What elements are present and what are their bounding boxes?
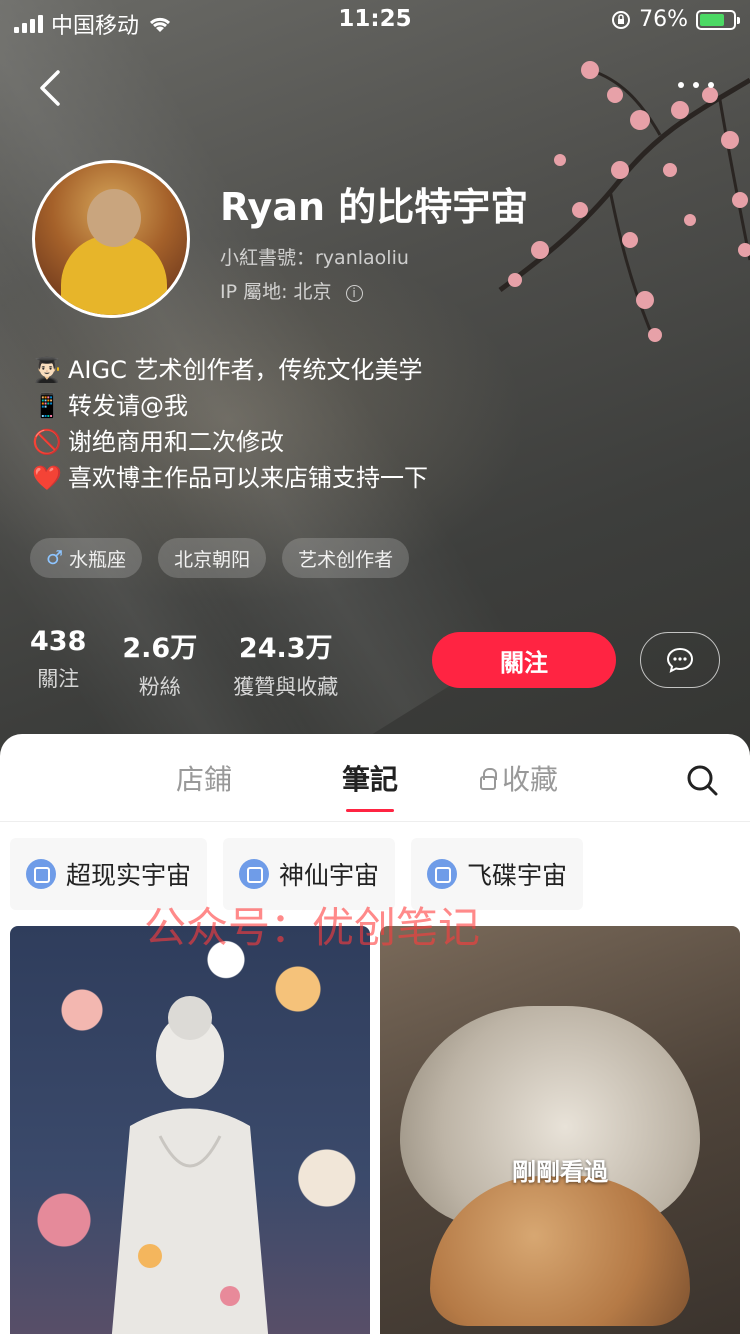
profile-tags: ♂ 水瓶座 北京朝阳 艺术创作者 [30,538,410,578]
note-card[interactable]: 剛剛看過 [380,926,740,1334]
follow-button[interactable]: 關注 [432,632,616,688]
more-options-icon[interactable] [678,82,714,88]
stat-followers[interactable]: 2.6万 粉絲 [122,626,197,701]
profile-name: Ryan 的比特宇宙 [220,185,529,229]
content-sheet: 店鋪 筆記 收藏 超现实宇宙 神仙宇宙 飞碟宇宙 剛剛看過 公众号：优创笔记 [0,734,750,1334]
collection-icon [26,859,56,889]
bio-line: ❤️ 喜欢博主作品可以来店铺支持一下 [32,460,428,496]
orientation-lock-icon [612,10,631,29]
profile-stats: 438 關注 2.6万 粉絲 24.3万 獲贊與收藏 [30,626,338,701]
status-bar: 中国移动 11:25 76% [0,0,750,40]
tag-location: 北京朝阳 [158,538,267,578]
avatar[interactable] [32,160,190,318]
note-card[interactable] [10,926,370,1334]
message-button[interactable] [640,632,720,688]
red-id[interactable]: 小紅書號：ryanlaoliu [220,243,409,270]
profile-tabs: 店鋪 筆記 收藏 [0,734,750,822]
tab-collections[interactable]: 收藏 [480,758,558,798]
stat-following[interactable]: 438 關注 [30,626,86,701]
chat-bubble-icon [666,647,694,673]
phone-emoji-icon: 📱 [32,392,62,420]
prohibited-emoji-icon: 🚫 [32,428,62,456]
watermark: 公众号：优创笔记 [144,903,481,952]
ip-location: IP 屬地: 北京 i [220,277,363,304]
collection-icon [239,859,270,889]
buddha-statue-image [111,996,269,1334]
student-emoji-icon: 👨🏻‍🎓 [32,356,62,384]
lock-icon [480,768,497,790]
info-icon[interactable]: i [345,285,363,302]
ip-location-text: IP 屬地: 北京 [220,281,332,303]
tag-occupation: 艺术创作者 [282,538,410,578]
tag-zodiac: ♂ 水瓶座 [30,538,143,578]
tab-notes[interactable]: 筆記 [342,758,398,812]
bio-line: 👨🏻‍🎓 AIGC 艺术创作者，传统文化美学 [32,352,428,388]
collection-icon [427,859,458,889]
bio: 👨🏻‍🎓 AIGC 艺术创作者，传统文化美学 📱 转发请@我 🚫 谢绝商用和二次修改 … [32,352,428,496]
recently-viewed-label: 剛剛看過 [512,1158,608,1186]
battery-percent: 76% [639,7,688,32]
battery-icon [696,9,740,30]
heart-emoji-icon: ❤️ [32,464,62,492]
stat-likes-collections[interactable]: 24.3万 獲贊與收藏 [233,626,338,701]
bio-line: 📱 转发请@我 [32,388,428,424]
bio-line: 🚫 谢绝商用和二次修改 [32,424,428,460]
male-icon: ♂ [46,547,64,569]
tab-store[interactable]: 店鋪 [176,758,232,798]
back-chevron-icon[interactable] [36,68,66,108]
search-icon[interactable] [686,764,718,796]
